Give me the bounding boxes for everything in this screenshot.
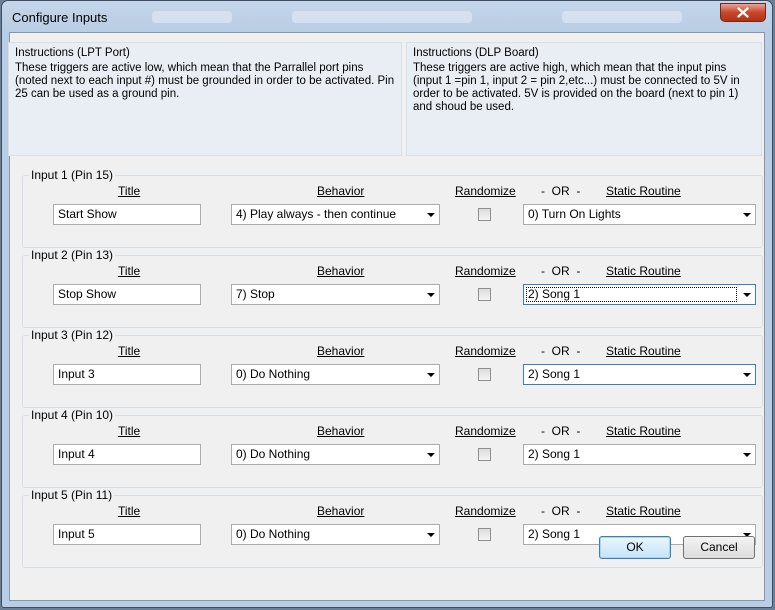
static-routine-column-header: Static Routine	[606, 184, 681, 198]
title-input[interactable]: Input 3	[53, 364, 201, 385]
cancel-button[interactable]: Cancel	[683, 536, 755, 559]
title-bar[interactable]: Configure Inputs	[2, 1, 772, 33]
chevron-down-icon	[743, 453, 751, 457]
static-routine-column-header: Static Routine	[606, 264, 681, 278]
chevron-down-icon	[743, 213, 751, 217]
randomize-checkbox[interactable]	[478, 208, 491, 221]
randomize-checkbox[interactable]	[478, 448, 491, 461]
title-input[interactable]: Input 4	[53, 444, 201, 465]
title-column-header: Title	[118, 264, 141, 278]
randomize-checkbox[interactable]	[478, 288, 491, 301]
instructions-lpt-heading: Instructions (LPT Port)	[15, 47, 130, 59]
or-separator: - OR -	[541, 504, 581, 518]
close-button[interactable]	[720, 3, 766, 22]
input-group-2: Input 2 (Pin 13) Title Behavior Randomiz…	[22, 248, 763, 328]
focus-rectangle	[526, 287, 737, 302]
instructions-dlp-panel: Instructions (DLP Board) These triggers …	[406, 42, 762, 156]
chevron-down-icon	[743, 293, 751, 297]
title-input[interactable]: Start Show	[53, 204, 201, 225]
title-column-header: Title	[118, 184, 141, 198]
title-input[interactable]: Input 5	[53, 524, 201, 545]
static-routine-select[interactable]: 2) Song 1	[523, 284, 756, 305]
configure-inputs-window: Configure Inputs Instructions (LPT Port)…	[1, 0, 773, 608]
behavior-value: 0) Do Nothing	[236, 367, 311, 381]
static-routine-column-header: Static Routine	[606, 504, 681, 518]
input-group-label: Input 4 (Pin 10)	[29, 408, 116, 422]
input-group-label: Input 5 (Pin 11)	[29, 488, 115, 502]
static-routine-value: 2) Song 1	[528, 367, 581, 381]
input-group-1: Input 1 (Pin 15) Title Behavior Randomiz…	[22, 168, 763, 248]
behavior-column-header: Behavior	[317, 504, 365, 518]
behavior-select[interactable]: 4) Play always - then continue	[231, 204, 440, 225]
instructions-dlp-text: These triggers are active high, which me…	[413, 62, 740, 113]
title-bar-background	[152, 11, 232, 23]
randomize-checkbox[interactable]	[478, 528, 491, 541]
window-title: Configure Inputs	[12, 10, 108, 25]
randomize-column-header: Randomize	[455, 344, 516, 358]
title-input[interactable]: Stop Show	[53, 284, 201, 305]
close-x-icon	[737, 7, 749, 18]
static-routine-select[interactable]: 2) Song 1	[523, 364, 756, 385]
or-separator: - OR -	[541, 344, 581, 358]
randomize-column-header: Randomize	[455, 184, 516, 198]
input-group-4: Input 4 (Pin 10) Title Behavior Randomiz…	[22, 408, 763, 488]
behavior-select[interactable]: 0) Do Nothing	[231, 524, 440, 545]
static-routine-select[interactable]: 0) Turn On Lights	[523, 204, 756, 225]
instructions-lpt-panel: Instructions (LPT Port) These triggers a…	[8, 42, 402, 156]
randomize-column-header: Randomize	[455, 424, 516, 438]
input-group-label: Input 1 (Pin 15)	[29, 168, 116, 182]
static-routine-value: 0) Turn On Lights	[528, 207, 621, 221]
chevron-down-icon	[427, 213, 435, 217]
instructions-dlp-heading: Instructions (DLP Board)	[413, 47, 539, 59]
behavior-column-header: Behavior	[317, 184, 365, 198]
behavior-select[interactable]: 0) Do Nothing	[231, 444, 440, 465]
randomize-checkbox[interactable]	[478, 368, 491, 381]
input-group-label: Input 2 (Pin 13)	[29, 248, 116, 262]
chevron-down-icon	[427, 293, 435, 297]
randomize-column-header: Randomize	[455, 264, 516, 278]
behavior-value: 4) Play always - then continue	[236, 207, 397, 221]
behavior-value: 0) Do Nothing	[236, 527, 311, 541]
behavior-column-header: Behavior	[317, 424, 365, 438]
or-separator: - OR -	[541, 264, 581, 278]
static-routine-value: 2) Song 1	[528, 447, 581, 461]
randomize-column-header: Randomize	[455, 504, 516, 518]
behavior-value: 7) Stop	[236, 287, 275, 301]
static-routine-value: 2) Song 1	[528, 527, 581, 541]
static-routine-column-header: Static Routine	[606, 344, 681, 358]
title-bar-background	[562, 11, 682, 23]
title-bar-background	[292, 11, 472, 23]
or-separator: - OR -	[541, 184, 581, 198]
title-column-header: Title	[118, 344, 141, 358]
title-column-header: Title	[118, 504, 141, 518]
behavior-value: 0) Do Nothing	[236, 447, 311, 461]
behavior-select[interactable]: 7) Stop	[231, 284, 440, 305]
input-group-label: Input 3 (Pin 12)	[29, 328, 116, 342]
input-group-3: Input 3 (Pin 12) Title Behavior Randomiz…	[22, 328, 763, 408]
static-routine-select[interactable]: 2) Song 1	[523, 444, 756, 465]
or-separator: - OR -	[541, 424, 581, 438]
behavior-column-header: Behavior	[317, 344, 365, 358]
chevron-down-icon	[427, 533, 435, 537]
chevron-down-icon	[427, 373, 435, 377]
behavior-select[interactable]: 0) Do Nothing	[231, 364, 440, 385]
chevron-down-icon	[427, 453, 435, 457]
instructions-lpt-text: These triggers are active low, which mea…	[15, 62, 395, 100]
title-column-header: Title	[118, 424, 141, 438]
static-routine-column-header: Static Routine	[606, 424, 681, 438]
ok-button[interactable]: OK	[599, 536, 671, 559]
behavior-column-header: Behavior	[317, 264, 365, 278]
chevron-down-icon	[743, 373, 751, 377]
